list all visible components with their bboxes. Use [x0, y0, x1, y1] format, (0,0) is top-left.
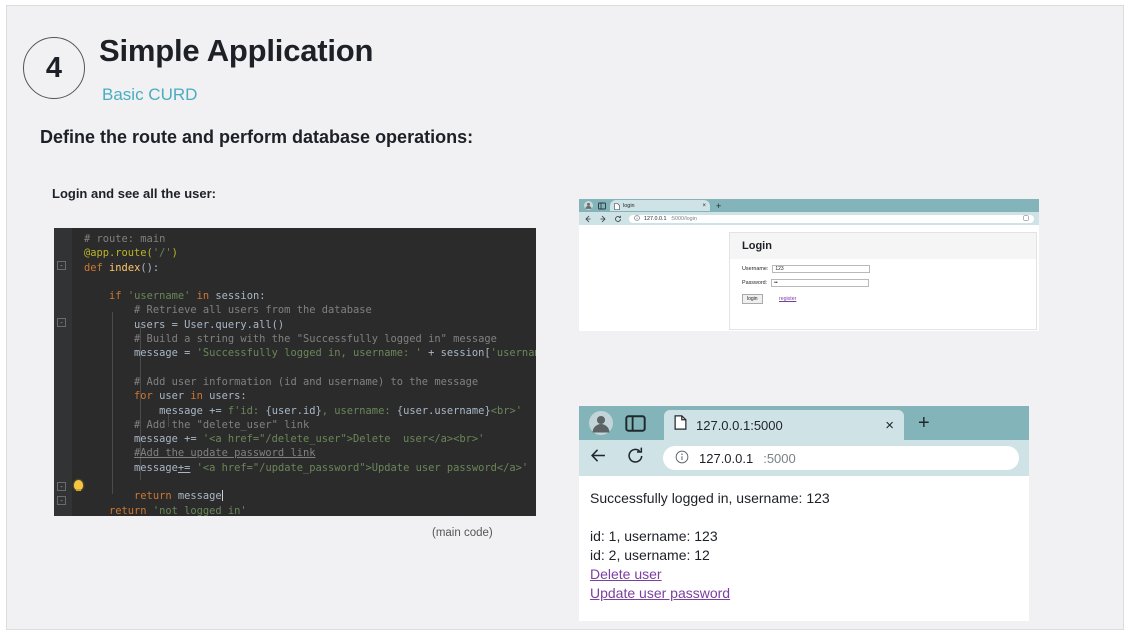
fold-marker-if[interactable]: - — [57, 318, 66, 327]
delete-user-link[interactable]: Delete user — [590, 565, 1029, 584]
arrow-left-icon[interactable] — [584, 210, 592, 228]
status-message: Successfully logged in, username: 123 — [590, 490, 830, 506]
close-icon[interactable]: × — [885, 417, 894, 434]
password-input[interactable] — [771, 279, 870, 287]
slide-canvas: 4 Simple Application Basic CURD Define t… — [6, 5, 1124, 630]
reload-icon[interactable] — [614, 210, 622, 228]
arrow-left-icon[interactable] — [589, 446, 608, 470]
user-row: id: 1, username: 123 — [590, 528, 718, 544]
page-icon — [674, 415, 687, 435]
code-caption: (main code) — [432, 527, 493, 539]
new-tab-button[interactable]: + — [918, 412, 930, 435]
browser-nav-bar: 127.0.0.1 :5000 — [579, 440, 1029, 476]
browser-tab-title: 127.0.0.1:5000 — [696, 417, 783, 433]
browser-viewport: Successfully logged in, username: 123 id… — [579, 476, 1029, 621]
username-row: Username: — [730, 265, 1036, 273]
source-code[interactable]: # route: main @app.route('/') def index(… — [84, 232, 536, 516]
page-title: Simple Application — [99, 33, 374, 68]
browser-window-result: 127.0.0.1:5000 × + 127.0.0.1 :5000 Succes… — [579, 406, 1029, 621]
browser-tab[interactable]: 127.0.0.1:5000 × — [664, 410, 904, 440]
panel-icon[interactable] — [598, 202, 606, 210]
browser-tab-bar: login × + — [579, 199, 1039, 212]
address-bar-host: 127.0.0.1 — [644, 215, 667, 222]
code-snippet-panel: - - - - # route: main @app.route('/') de… — [54, 228, 536, 516]
browser-nav-bar: 127.0.0.1:5000/login — [579, 212, 1039, 225]
fold-marker-def[interactable]: - — [57, 261, 66, 270]
code-sub-label: Login and see all the user: — [52, 186, 216, 201]
browser-viewport: Login Username: Password: login register — [579, 225, 1039, 331]
login-button[interactable]: login — [742, 294, 763, 304]
login-card: Login Username: Password: login register — [729, 232, 1037, 330]
address-bar-path: :5000/login — [670, 215, 697, 222]
section-heading: Define the route and perform database op… — [40, 127, 474, 147]
user-row: id: 2, username: 12 — [590, 547, 710, 563]
info-icon[interactable] — [675, 450, 689, 467]
fold-marker-return[interactable]: - — [57, 482, 66, 491]
password-label: Password: — [742, 280, 768, 286]
address-bar[interactable]: 127.0.0.1 :5000 — [663, 446, 1019, 470]
new-tab-button[interactable]: + — [716, 201, 721, 211]
reload-icon[interactable] — [626, 446, 645, 470]
editor-gutter — [54, 228, 72, 516]
arrow-right-icon[interactable] — [599, 210, 607, 228]
lightbulb-intention-icon[interactable] — [74, 480, 83, 491]
address-bar[interactable]: 127.0.0.1:5000/login — [629, 214, 1034, 223]
username-input[interactable] — [772, 265, 871, 273]
address-bar-port: :5000 — [763, 450, 796, 466]
close-icon[interactable]: × — [702, 203, 706, 209]
username-label: Username: — [742, 266, 769, 272]
register-link[interactable]: register — [779, 296, 796, 302]
password-row: Password: — [730, 279, 1036, 287]
browser-tab-title: login — [623, 202, 635, 209]
collections-icon[interactable] — [1023, 214, 1029, 223]
address-bar-host: 127.0.0.1 — [699, 450, 754, 466]
info-icon[interactable] — [634, 214, 640, 223]
page-subtitle: Basic CURD — [102, 85, 198, 104]
browser-tab-bar: 127.0.0.1:5000 × + — [579, 406, 1029, 440]
panel-icon[interactable] — [625, 413, 646, 434]
fold-marker-return-2[interactable]: - — [57, 496, 66, 505]
login-card-title: Login — [730, 233, 1036, 259]
browser-tab[interactable]: login × — [610, 200, 710, 211]
profile-avatar-icon[interactable] — [589, 411, 613, 435]
update-password-link[interactable]: Update user password — [590, 584, 1029, 603]
browser-window-login: login × + 127.0.0.1:5000/login Login Us… — [579, 199, 1039, 331]
slide-number: 4 — [45, 51, 63, 84]
slide-number-badge: 4 — [23, 37, 85, 99]
